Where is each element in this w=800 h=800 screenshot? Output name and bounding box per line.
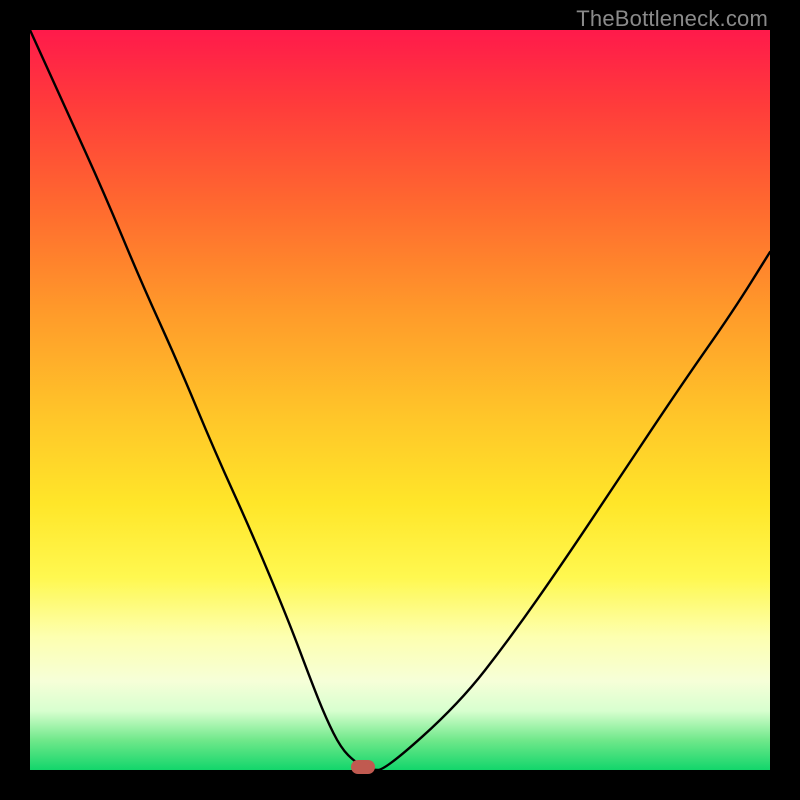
plot-area <box>30 30 770 770</box>
chart-frame: TheBottleneck.com <box>0 0 800 800</box>
bottleneck-curve <box>30 30 770 770</box>
watermark-text: TheBottleneck.com <box>576 6 768 32</box>
optimal-point-marker <box>351 760 375 774</box>
